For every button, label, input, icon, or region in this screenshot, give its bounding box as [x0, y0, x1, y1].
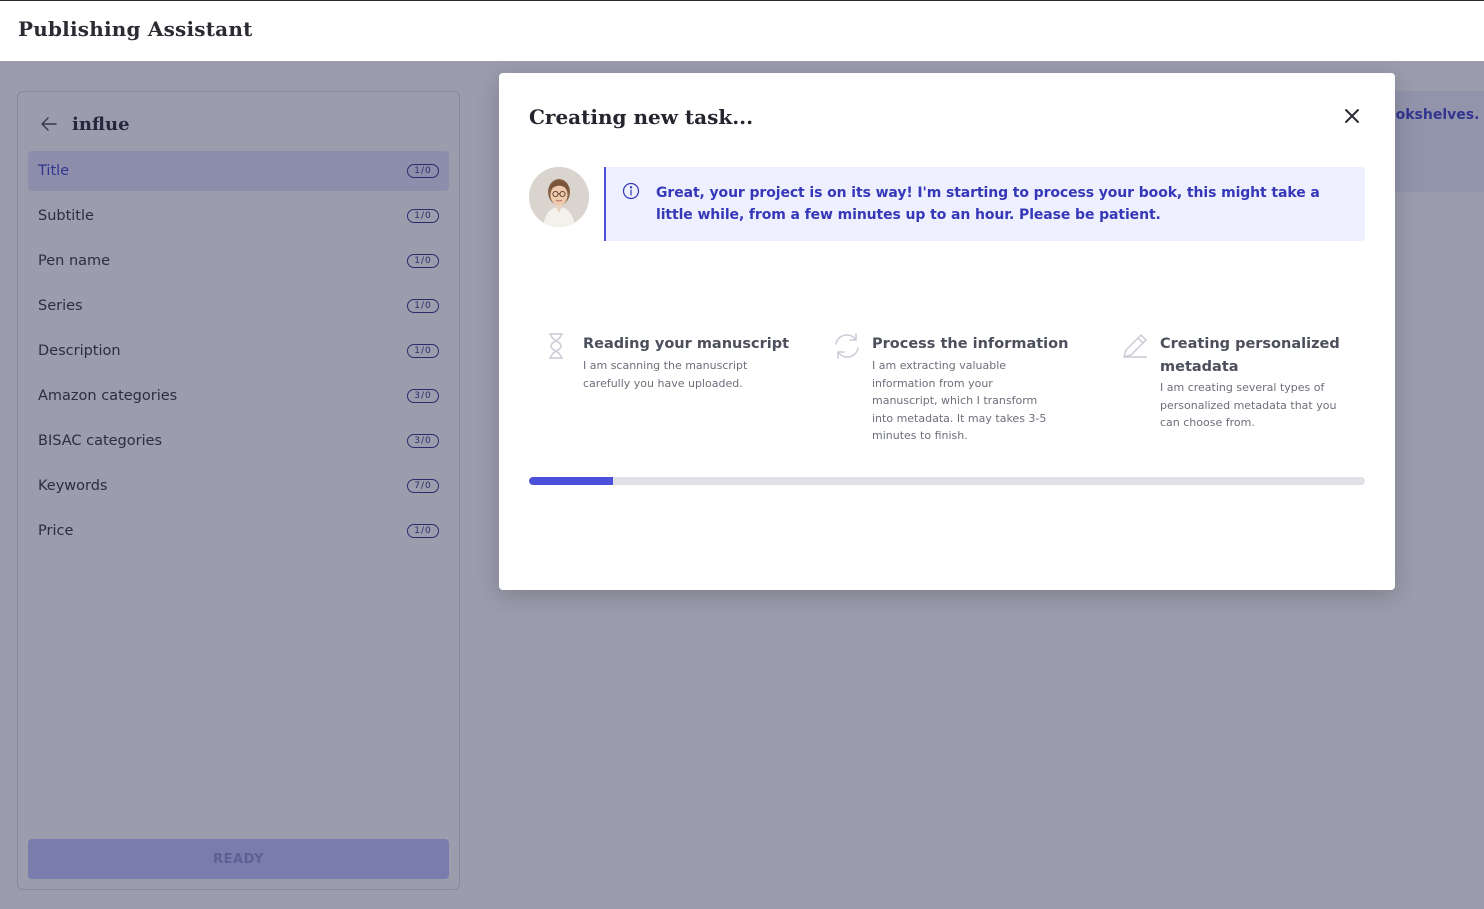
- creating-task-dialog: Creating new task... Great, your project…: [499, 73, 1395, 590]
- close-icon[interactable]: [1341, 105, 1363, 127]
- hourglass-icon: [549, 333, 563, 359]
- step-description: I am extracting valuable information fro…: [872, 359, 1047, 442]
- assistant-avatar: [529, 167, 589, 227]
- info-icon: [622, 182, 640, 200]
- assistant-message: Great, your project is on its way! I'm s…: [604, 167, 1365, 241]
- progress-bar: [529, 477, 1365, 485]
- refresh-icon: [835, 333, 859, 359]
- pencil-icon: [1123, 334, 1147, 358]
- step-description: I am scanning the manuscript carefully y…: [583, 359, 748, 390]
- app-title: Publishing Assistant: [18, 17, 253, 41]
- progress-fill: [529, 477, 613, 485]
- step-title: Reading your manuscript: [583, 336, 790, 352]
- step-title: Process the information: [872, 336, 1069, 352]
- step-description: I am creating several types of personali…: [1160, 381, 1337, 429]
- assistant-message-text: Great, your project is on its way! I'm s…: [656, 185, 1320, 223]
- dialog-title: Creating new task...: [529, 105, 754, 129]
- top-bar: Publishing Assistant: [0, 0, 1484, 61]
- step-title: Creating personalized metadata: [1160, 336, 1340, 375]
